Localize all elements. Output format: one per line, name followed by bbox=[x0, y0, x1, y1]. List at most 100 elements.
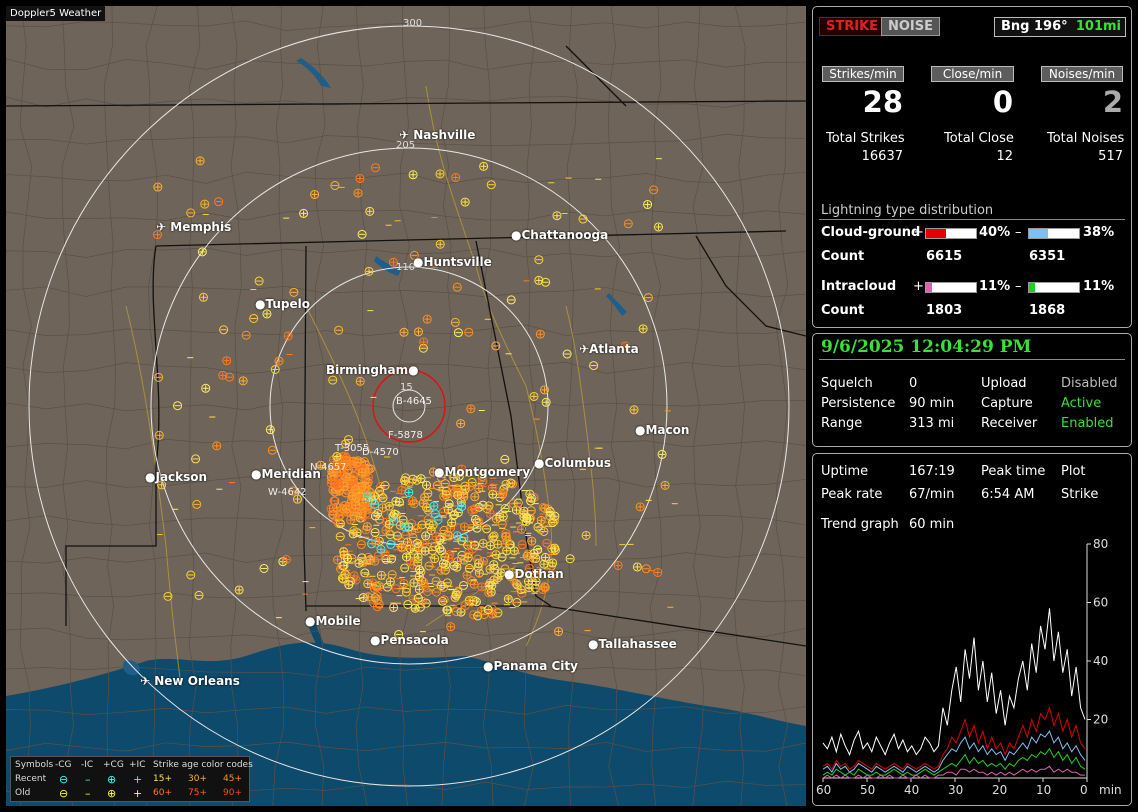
noises-per-min-label: Noises/min bbox=[1041, 66, 1123, 82]
cg-negative-pct: 38% bbox=[1083, 225, 1115, 240]
neg-cg-old-icon: ⊖ bbox=[59, 787, 69, 800]
city-columbus: ●Columbus bbox=[534, 456, 611, 470]
ic-positive-pct: 11% bbox=[979, 279, 1011, 294]
range-label-300: 300 bbox=[403, 18, 422, 29]
city-birmingham: Birmingham● bbox=[326, 363, 419, 377]
plot-value[interactable]: Strike bbox=[1061, 487, 1098, 502]
age-60: 60+ bbox=[153, 788, 172, 798]
city-dothan: ●Dothan bbox=[504, 567, 564, 581]
storm-label[interactable]: D-4570 bbox=[362, 447, 399, 458]
receiver-value: Enabled bbox=[1061, 416, 1114, 431]
peak-rate-label: Peak rate bbox=[821, 487, 883, 502]
total-close-value: 12 bbox=[996, 149, 1013, 164]
cloud-ground-label: Cloud-ground bbox=[821, 225, 921, 240]
radar-map[interactable]: 300 205 110 15 B-4645 F-5878 T-3055 D-45… bbox=[6, 6, 806, 806]
city-pensacola: ●Pensacola bbox=[370, 633, 449, 647]
legend-old-label: Old bbox=[15, 788, 31, 798]
map-legend: Symbols -CG -IC +CG +IC Strike age color… bbox=[10, 756, 253, 802]
distribution-title: Lightning type distribution bbox=[821, 203, 994, 218]
age-75: 75+ bbox=[188, 788, 207, 798]
ic-negative-count: 1868 bbox=[1029, 303, 1066, 318]
city-nashville: ✈ Nashville bbox=[399, 128, 476, 142]
strike-indicator[interactable]: STRIKE bbox=[819, 17, 886, 36]
capture-label: Capture bbox=[981, 396, 1033, 411]
settings-panel: 9/6/2025 12:04:29 PM Squelch 0 Upload Di… bbox=[812, 333, 1132, 447]
pos-ic-old-icon: + bbox=[133, 787, 143, 800]
pos-ic-recent-icon: + bbox=[133, 773, 143, 786]
upload-label: Upload bbox=[981, 376, 1027, 391]
legend-symbols-label: Symbols bbox=[15, 760, 54, 770]
city-new-orleans: ✈ New Orleans bbox=[140, 674, 240, 688]
strikes-per-min-label: Strikes/min bbox=[822, 66, 904, 82]
strikes-per-min-value: 28 bbox=[862, 85, 903, 119]
squelch-value: 0 bbox=[909, 376, 918, 391]
ic-positive-count: 1803 bbox=[926, 303, 963, 318]
persistence-label: Persistence bbox=[821, 396, 896, 411]
city-dot-icon: ● bbox=[370, 633, 381, 647]
lake bbox=[296, 58, 331, 88]
close-per-min-label: Close/min bbox=[931, 66, 1014, 82]
city-jackson: ●Jackson bbox=[145, 470, 208, 484]
persistence-value: 90 min bbox=[909, 396, 955, 411]
app-title: Doppler5 Weather bbox=[6, 6, 106, 21]
y-tick-label: 20 bbox=[1093, 713, 1108, 727]
trend-graph-value: 60 min bbox=[909, 517, 955, 532]
city-atlanta: ✈Atlanta bbox=[579, 342, 639, 356]
status-panel: STRIKE NOISE Bng 196° 101mi Strikes/min … bbox=[812, 6, 1132, 328]
age-30: 30+ bbox=[188, 774, 207, 784]
peak-rate-value: 67/min bbox=[909, 487, 955, 502]
legend-type-pos-ic: +IC bbox=[129, 760, 146, 770]
total-strikes-value: 16637 bbox=[861, 149, 903, 164]
city-dot-icon: ● bbox=[483, 659, 494, 673]
total-strikes-label: Total Strikes bbox=[826, 131, 905, 146]
neg-ic-old-icon: – bbox=[85, 787, 91, 800]
ic-negative-pct: 11% bbox=[1083, 279, 1115, 294]
cg-positive-count: 6615 bbox=[926, 249, 963, 264]
y-tick-label: 60 bbox=[1093, 596, 1108, 610]
cg-negative-bar bbox=[1028, 228, 1080, 239]
city-dot-icon: ● bbox=[408, 363, 419, 377]
legend-type-neg-ic: -IC bbox=[81, 760, 94, 770]
range-label: Range bbox=[821, 416, 863, 431]
x-tick-label: 60 bbox=[816, 783, 831, 797]
city-tallahassee: ●Tallahassee bbox=[588, 637, 677, 651]
trend-series-line bbox=[822, 608, 1086, 756]
neg-ic-recent-icon: – bbox=[85, 773, 91, 786]
distance-value: 101mi bbox=[1075, 19, 1121, 34]
peak-time-value: 6:54 AM bbox=[981, 487, 1035, 502]
datetime-display: 9/6/2025 12:04:29 PM bbox=[821, 337, 1032, 357]
city-dot-icon: ● bbox=[255, 297, 266, 311]
legend-age-title: Strike age color codes bbox=[153, 760, 253, 770]
uptime-label: Uptime bbox=[821, 464, 869, 479]
storm-label[interactable]: F-5878 bbox=[388, 430, 423, 441]
y-tick-label: 80 bbox=[1093, 538, 1108, 551]
map-canvas[interactable]: 300 205 110 15 B-4645 F-5878 T-3055 D-45… bbox=[6, 6, 806, 806]
cg-positive-pct: 40% bbox=[979, 225, 1011, 240]
trend-series-line bbox=[822, 706, 1086, 771]
airport-icon: ✈ bbox=[579, 342, 590, 356]
airport-icon: ✈ bbox=[140, 674, 151, 688]
city-dot-icon: ● bbox=[511, 228, 522, 242]
trend-graph: 80 60 40 20 60 50 40 30 20 10 0 min bbox=[816, 538, 1122, 797]
x-tick-label: 50 bbox=[860, 783, 875, 797]
cg-minus-sign: – bbox=[1015, 225, 1022, 240]
airport-icon: ✈ bbox=[156, 220, 167, 234]
noises-per-min-value: 2 bbox=[1102, 85, 1123, 119]
x-tick-label: 40 bbox=[904, 783, 919, 797]
storm-label[interactable]: B-4645 bbox=[396, 396, 432, 407]
ic-positive-bar bbox=[925, 282, 977, 293]
cg-positive-bar bbox=[925, 228, 977, 239]
city-panama-city: ●Panama City bbox=[483, 659, 578, 673]
city-tupelo: ●Tupelo bbox=[255, 297, 310, 311]
y-tick-label: 40 bbox=[1093, 654, 1108, 668]
storm-label[interactable]: W-4642 bbox=[268, 487, 307, 498]
city-dot-icon: ● bbox=[251, 467, 262, 481]
city-dot-icon: ● bbox=[534, 456, 545, 470]
ic-negative-bar bbox=[1028, 282, 1080, 293]
ic-plus-sign: + bbox=[913, 279, 924, 294]
city-montgomery: ●Montgomery bbox=[434, 465, 531, 479]
city-dot-icon: ● bbox=[504, 567, 515, 581]
trend-series-line bbox=[822, 730, 1086, 774]
ic-minus-sign: – bbox=[1015, 279, 1022, 294]
noise-indicator[interactable]: NOISE bbox=[881, 17, 941, 36]
